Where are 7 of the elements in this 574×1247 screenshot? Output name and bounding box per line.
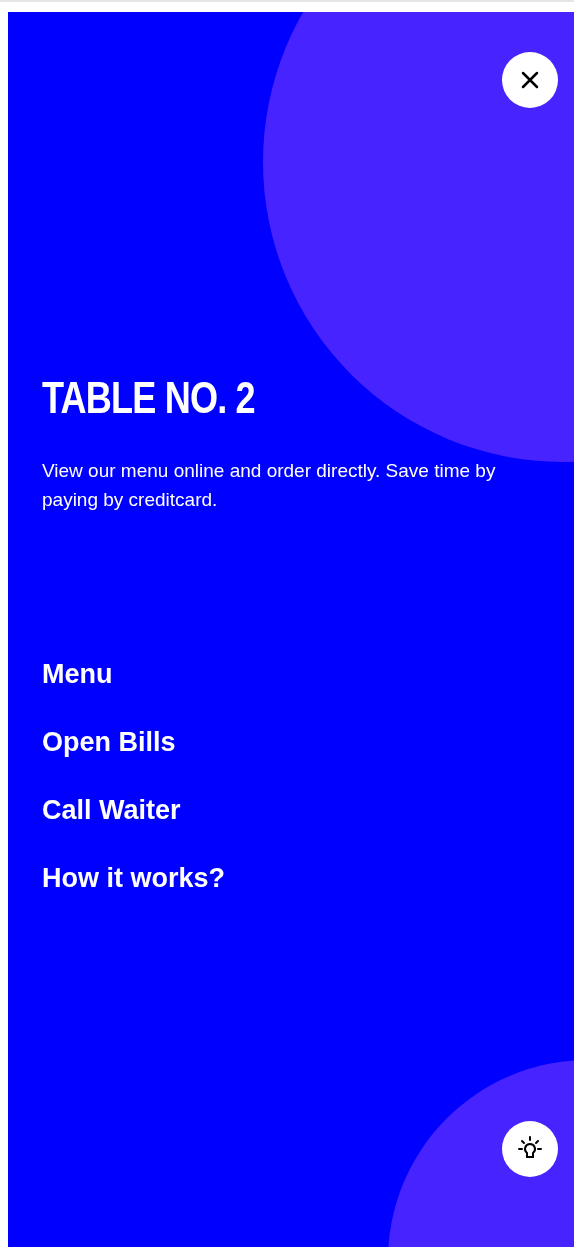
menu-link[interactable]: How it works? [42,858,225,898]
close-icon [520,70,540,90]
menu-link[interactable]: Open Bills [42,722,176,762]
description: View our menu online and order directly. Save time by paying by creditcard. [42,459,497,512]
menu-link[interactable]: Call Waiter [42,790,181,830]
menu-link[interactable]: Menu [42,654,113,694]
page-title: TABLE NO. 2 [42,372,255,424]
